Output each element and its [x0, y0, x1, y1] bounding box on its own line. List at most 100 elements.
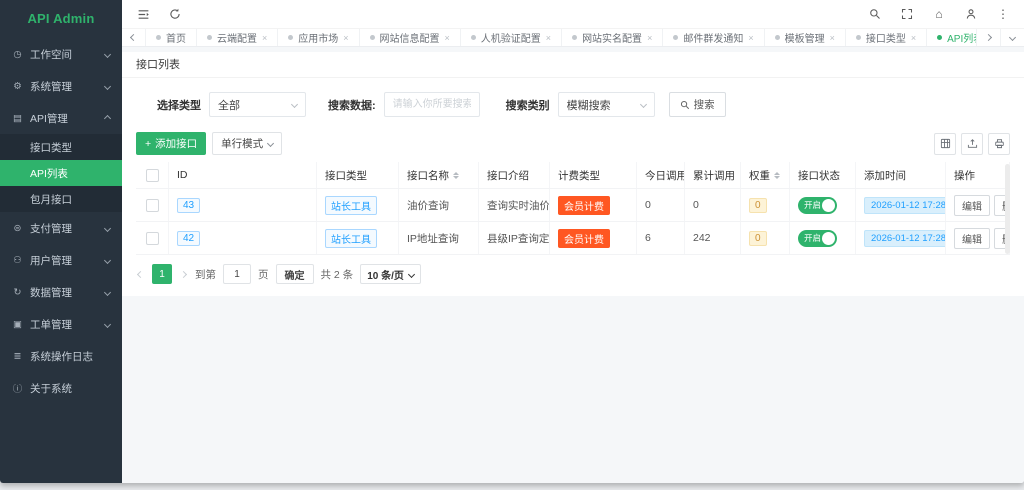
sidebar-submenu-api: 接口类型 API列表 包月接口: [0, 134, 122, 212]
close-icon[interactable]: ×: [647, 33, 652, 43]
sort-icon[interactable]: [453, 172, 459, 179]
print-icon[interactable]: [988, 133, 1010, 155]
tab-realname-config[interactable]: 网站实名配置 ×: [562, 29, 663, 46]
sidebar-item-users[interactable]: ⚇ 用户管理: [0, 244, 122, 276]
sidebar-item-payment[interactable]: ⊜ 支付管理: [0, 212, 122, 244]
user-avatar-icon[interactable]: [964, 7, 978, 21]
edit-button[interactable]: 编辑: [954, 195, 990, 216]
sidebar-item-label: API列表: [30, 166, 68, 181]
col-header-billing[interactable]: 计费类型: [550, 162, 637, 188]
page-unit-label: 页: [258, 267, 269, 282]
tabs-menu-icon[interactable]: [1000, 29, 1024, 46]
close-icon[interactable]: ×: [262, 33, 267, 43]
goto-confirm-button[interactable]: 确定: [276, 264, 314, 284]
per-page-select[interactable]: 10 条/页: [360, 264, 421, 284]
col-header-status[interactable]: 接口状态: [790, 162, 856, 188]
cell-actions: 编辑 删除: [946, 189, 1010, 221]
tab-mail-notify[interactable]: 邮件群发通知 ×: [663, 29, 764, 46]
page-number-button[interactable]: 1: [152, 264, 172, 284]
close-icon[interactable]: ×: [748, 33, 753, 43]
add-api-button[interactable]: + 添加接口: [136, 132, 206, 155]
cell-status: 开启: [790, 189, 856, 221]
table-scrollbar[interactable]: [1005, 164, 1010, 254]
close-icon[interactable]: ×: [546, 33, 551, 43]
col-header-type[interactable]: 接口类型: [317, 162, 399, 188]
status-toggle[interactable]: 开启: [798, 230, 837, 247]
cell-billing: 会员计费: [550, 222, 637, 254]
content-area: 接口列表 选择类型 全部 搜索数据: 搜索类别 模糊搜索: [122, 47, 1024, 483]
col-header-intro[interactable]: 接口介绍: [479, 162, 550, 188]
ticket-icon: ▣: [12, 319, 23, 330]
col-header-id[interactable]: ID: [169, 162, 317, 188]
chevron-down-icon: [104, 50, 111, 57]
tabs-scroll-left-icon[interactable]: [122, 29, 146, 46]
prev-page-icon[interactable]: [136, 272, 145, 277]
tab-home[interactable]: 首页: [146, 29, 197, 46]
tab-api-list[interactable]: API列表 ×: [927, 29, 976, 46]
type-filter-select[interactable]: 全部: [209, 92, 306, 117]
sidebar-item-data[interactable]: ↻ 数据管理: [0, 276, 122, 308]
tab-site-info[interactable]: 网站信息配置 ×: [360, 29, 461, 46]
home-icon[interactable]: ⌂: [932, 7, 946, 21]
fullscreen-icon[interactable]: [900, 7, 914, 21]
row-mode-button[interactable]: 单行模式: [212, 132, 282, 155]
sort-icon[interactable]: [774, 172, 780, 179]
search-button[interactable]: 搜索: [669, 92, 726, 117]
sidebar-item-api[interactable]: ▤ API管理: [0, 102, 122, 134]
close-icon[interactable]: ×: [445, 33, 450, 43]
col-header-today[interactable]: 今日调用: [637, 162, 685, 188]
close-icon[interactable]: ×: [911, 33, 916, 43]
row-checkbox[interactable]: [146, 232, 159, 245]
export-icon[interactable]: [961, 133, 983, 155]
col-header-weight[interactable]: 权重: [741, 162, 790, 188]
tab-app-market[interactable]: 应用市场 ×: [278, 29, 359, 46]
header-filler: [1010, 162, 1024, 188]
tab-template-mgmt[interactable]: 模板管理 ×: [765, 29, 846, 46]
close-icon[interactable]: ×: [343, 33, 348, 43]
col-header-total[interactable]: 累计调用: [685, 162, 741, 188]
id-tag: 43: [177, 198, 200, 213]
collapse-menu-icon[interactable]: [136, 7, 150, 21]
sidebar-item-api-types[interactable]: 接口类型: [0, 134, 122, 160]
row-checkbox[interactable]: [146, 199, 159, 212]
gear-icon: ⚙: [12, 81, 23, 92]
status-toggle[interactable]: 开启: [798, 197, 837, 214]
tab-label: 网站信息配置: [380, 30, 440, 45]
tab-label: 应用市场: [298, 30, 338, 45]
table-row: 42 站长工具 IP地址查询 县级IP查询定位 会员计费 6 242 0 开启: [136, 222, 1010, 255]
next-page-icon[interactable]: [179, 272, 188, 277]
goto-page-input[interactable]: [223, 264, 251, 284]
id-tag: 42: [177, 231, 200, 246]
tab-captcha-config[interactable]: 人机验证配置 ×: [461, 29, 562, 46]
tabs-scroll-right-icon[interactable]: [976, 29, 1000, 46]
select-all-checkbox[interactable]: [146, 169, 159, 182]
col-header-actions[interactable]: 操作: [946, 162, 1010, 188]
sidebar-item-monthly-api[interactable]: 包月接口: [0, 186, 122, 212]
tab-cloud-config[interactable]: 云端配置 ×: [197, 29, 278, 46]
tabbar: 首页 云端配置 × 应用市场 × 网站信息配置 ×: [122, 28, 1024, 47]
search-input[interactable]: [384, 92, 480, 117]
sidebar-item-about[interactable]: ⓘ 关于系统: [0, 372, 122, 404]
col-header-name[interactable]: 接口名称: [399, 162, 479, 188]
tab-api-types[interactable]: 接口类型 ×: [846, 29, 927, 46]
sidebar-item-system-logs[interactable]: ≣ 系统操作日志: [0, 340, 122, 372]
sidebar-item-tickets[interactable]: ▣ 工单管理: [0, 308, 122, 340]
tab-dot: [288, 35, 293, 40]
tab-dot: [471, 35, 476, 40]
sidebar-item-label: 用户管理: [30, 253, 72, 268]
cell-added-time: 2026-01-12 17:28:43: [856, 189, 946, 221]
columns-filter-icon[interactable]: [934, 133, 956, 155]
sidebar-item-system[interactable]: ⚙ 系统管理: [0, 70, 122, 102]
col-header-time[interactable]: 添加时间: [856, 162, 946, 188]
search-icon[interactable]: [868, 7, 882, 21]
close-icon[interactable]: ×: [830, 33, 835, 43]
sidebar-item-api-list[interactable]: API列表: [0, 160, 122, 186]
refresh-icon[interactable]: [168, 7, 182, 21]
more-menu-icon[interactable]: ⋮: [996, 7, 1010, 21]
row-mode-label: 单行模式: [221, 136, 263, 151]
sidebar-item-workspace[interactable]: ◷ 工作空间: [0, 38, 122, 70]
search-button-label: 搜索: [694, 97, 715, 112]
search-category-select[interactable]: 模糊搜索: [558, 92, 655, 117]
edit-button[interactable]: 编辑: [954, 228, 990, 249]
cell-total-calls: 0: [685, 189, 741, 221]
